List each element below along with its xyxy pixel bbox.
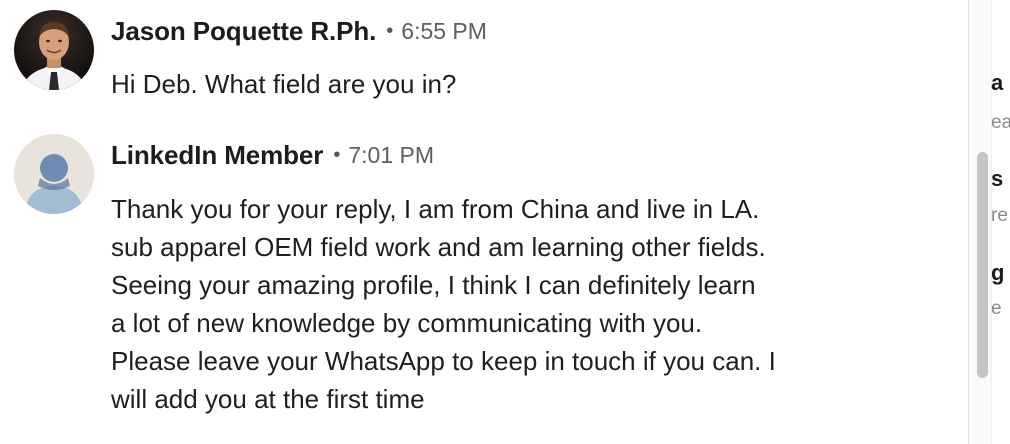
clipped-text: re [991,205,1008,226]
clipped-text: g [991,260,1005,285]
clipped-text: e [991,298,1002,319]
sender-avatar-linkedin-member[interactable] [14,134,94,214]
clipped-text: a [991,70,1004,95]
sender-name[interactable]: LinkedIn Member [111,140,323,171]
clipped-text: ea [991,112,1010,133]
message-line: sub apparel OEM field work and am learni… [111,232,766,262]
message-line: Seeing your amazing profile, I think I c… [111,270,756,300]
sender-name[interactable]: Jason Poquette R.Ph. [111,16,376,47]
message-body: Hi Deb. What field are you in? [111,65,456,103]
messaging-window: Jason Poquette R.Ph. • 6:55 PM Hi Deb. W… [0,0,1010,444]
message-line: a lot of new knowledge by communicating … [111,308,703,338]
message-line: Hi Deb. What field are you in? [111,69,457,99]
side-panel: a ea s re g e [968,0,1010,444]
profile-photo [14,10,94,90]
message-header: LinkedIn Member • 7:01 PM [111,138,434,172]
clipped-text: s [991,166,1004,191]
scrollbar-thumb[interactable] [977,152,988,378]
message-timestamp: 6:55 PM [401,17,487,44]
sender-avatar-jason[interactable] [14,10,94,90]
separator-dot: • [386,19,394,42]
message-timestamp: 7:01 PM [348,141,434,168]
message-body: Thank you for your reply, I am from Chin… [111,190,776,418]
separator-dot: • [333,143,341,166]
message-thread[interactable]: Jason Poquette R.Ph. • 6:55 PM Hi Deb. W… [0,0,968,444]
message-header: Jason Poquette R.Ph. • 6:55 PM [111,14,487,48]
message-line: Please leave your WhatsApp to keep in to… [111,346,776,376]
message-line: Thank you for your reply, I am from Chin… [111,194,760,224]
message-line: will add you at the first time [111,384,425,414]
default-person-icon [14,134,94,214]
